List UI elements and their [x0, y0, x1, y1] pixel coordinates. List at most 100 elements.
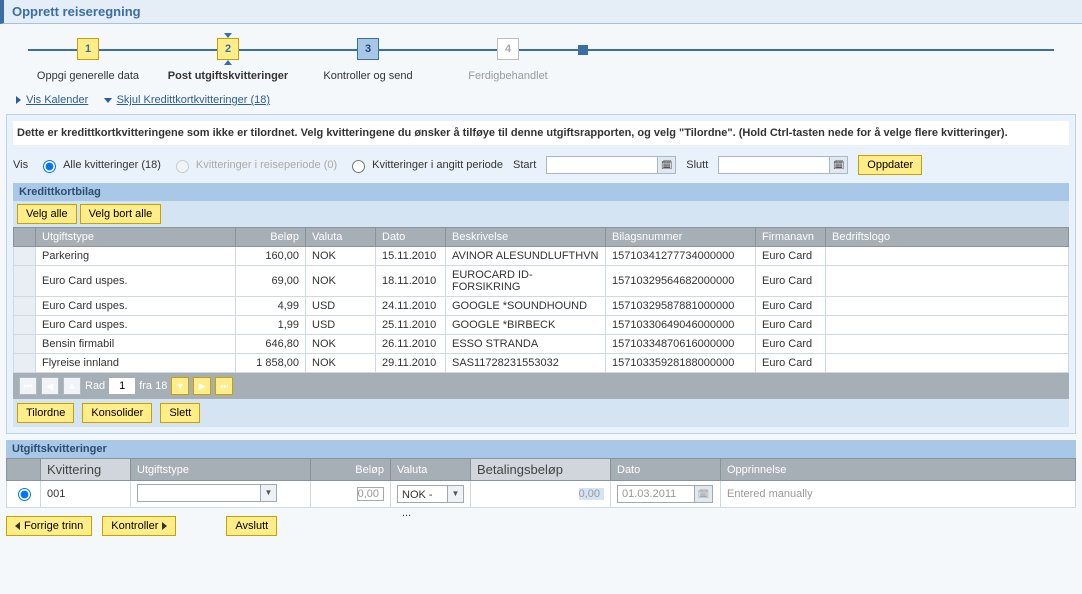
consolidate-button[interactable]: Konsolider — [82, 403, 152, 423]
cc-table-row[interactable]: Euro Card uspes.1,99USD25.11.2010GOOGLE … — [14, 316, 1069, 335]
radio-period-input — [176, 160, 189, 173]
cc-table-row[interactable]: Flyreise innland1 858,00NOK29.11.2010SAS… — [14, 354, 1069, 373]
cell-type: Euro Card uspes. — [36, 266, 236, 297]
col-docno[interactable]: Bilagsnummer — [606, 228, 756, 247]
cc-table-row[interactable]: Bensin firmabil646,80NOK26.11.2010ESSO S… — [14, 335, 1069, 354]
end-date-input[interactable]: 🗓 — [718, 156, 848, 174]
cc-section: Dette er kredittkortkvitteringene som ik… — [6, 114, 1076, 434]
row-select-cell[interactable] — [14, 247, 36, 266]
radio-all[interactable]: Alle kvitteringer (18) — [38, 157, 161, 173]
col-logo[interactable]: Bedriftslogo — [826, 228, 1069, 247]
col-amount[interactable]: Beløp — [236, 228, 306, 247]
expense-row[interactable]: 001 ▼ 0,00 NOK - ... ▼ 0 — [7, 481, 1076, 508]
radio-custom-label: Kvitteringer i angitt periode — [372, 159, 503, 171]
pager-row-label: Rad — [85, 380, 105, 392]
cc-table-row[interactable]: Parkering160,00NOK15.11.2010AVINOR ALESU… — [14, 247, 1069, 266]
cc-table-buttons: Velg alle Velg bort alle — [13, 201, 1069, 227]
col-expense-type[interactable]: Utgiftstype — [36, 228, 236, 247]
pager-next-button[interactable]: ▶ — [193, 377, 211, 395]
col-date[interactable]: Dato — [611, 459, 721, 481]
delete-button[interactable]: Slett — [160, 403, 200, 423]
cell-currency: NOK — [306, 247, 376, 266]
col-date[interactable]: Dato — [376, 228, 446, 247]
pager-next-row-button[interactable]: ▼ — [171, 377, 189, 395]
col-origin[interactable]: Opprinnelse — [721, 459, 1076, 481]
col-currency[interactable]: Valuta — [391, 459, 471, 481]
calendar-icon[interactable]: 🗓 — [694, 486, 712, 502]
col-currency[interactable]: Valuta — [306, 228, 376, 247]
expense-date-input[interactable]: 01.03.2011 🗓 — [617, 485, 713, 503]
prev-step-button[interactable]: Forrige trinn — [6, 516, 92, 536]
row-select-cell[interactable] — [14, 316, 36, 335]
cc-filter-row: Vis Alle kvitteringer (18) Kvitteringer … — [13, 151, 1069, 179]
cell-date: 15.11.2010 — [376, 247, 446, 266]
wizard-step-num: 3 — [357, 38, 379, 60]
expand-icon — [16, 96, 21, 104]
pager-first-button[interactable]: ⏮ — [19, 377, 37, 395]
exit-button[interactable]: Avslutt — [226, 516, 277, 536]
update-button[interactable]: Oppdater — [858, 155, 922, 175]
date-value: 01.03.2011 — [618, 488, 694, 500]
dropdown-value: NOK - ... — [398, 486, 447, 502]
pager-prev-row-button[interactable]: ▲ — [63, 377, 81, 395]
radio-all-input[interactable] — [43, 160, 56, 173]
expense-currency-dropdown[interactable]: NOK - ... ▼ — [397, 485, 464, 503]
wizard-step-3[interactable]: 3 Kontroller og send — [298, 38, 438, 82]
expense-section-title: Utgiftskvitteringer — [6, 440, 1076, 458]
pager-row-input[interactable] — [109, 378, 135, 394]
col-company[interactable]: Firmanavn — [756, 228, 826, 247]
cell-company: Euro Card — [756, 335, 826, 354]
wizard: 1 Oppgi generelle data 2 Post utgiftskvi… — [18, 38, 1064, 82]
toolbar-links: Vis Kalender Skjul Kredittkortkvittering… — [0, 90, 1082, 110]
col-receipt[interactable]: Kvittering — [41, 459, 131, 481]
cell-docno: 15710329564682000000 — [606, 266, 756, 297]
wizard-step-2[interactable]: 2 Post utgiftskvitteringer — [158, 38, 298, 82]
nav-row: Forrige trinn Kontroller Avslutt — [0, 508, 1082, 544]
cell-logo — [826, 247, 1069, 266]
cell-type: Euro Card uspes. — [36, 297, 236, 316]
cell-type: Euro Card uspes. — [36, 316, 236, 335]
cell-amount: 1,99 — [236, 316, 306, 335]
cell-logo — [826, 297, 1069, 316]
deselect-all-button[interactable]: Velg bort alle — [80, 204, 162, 224]
col-amount[interactable]: Beløp — [311, 459, 391, 481]
vis-label: Vis — [13, 159, 28, 171]
col-expense-type[interactable]: Utgiftstype — [131, 459, 311, 481]
row-select-cell[interactable] — [14, 266, 36, 297]
cell-docno: 15710330649046000000 — [606, 316, 756, 335]
hide-cc-link[interactable]: Skjul Kredittkortkvitteringer (18) — [117, 94, 270, 106]
row-select-cell[interactable] — [14, 335, 36, 354]
col-payment-amount[interactable]: Betalingsbeløp — [471, 459, 611, 481]
arrow-right-icon — [162, 522, 167, 530]
dropdown-value — [138, 485, 260, 501]
assign-button[interactable]: Tilordne — [17, 403, 74, 423]
row-select-cell[interactable] — [14, 297, 36, 316]
show-calendar-link[interactable]: Vis Kalender — [26, 94, 88, 106]
check-button[interactable]: Kontroller — [102, 516, 176, 536]
wizard-step-1[interactable]: 1 Oppgi generelle data — [18, 38, 158, 82]
cell-description: EUROCARD ID-FORSIKRING — [446, 266, 606, 297]
cell-logo — [826, 266, 1069, 297]
row-select-cell[interactable] — [14, 354, 36, 373]
select-all-button[interactable]: Velg alle — [17, 204, 77, 224]
expense-type-dropdown[interactable]: ▼ — [137, 484, 277, 502]
cc-table-row[interactable]: Euro Card uspes.4,99USD24.11.2010GOOGLE … — [14, 297, 1069, 316]
wizard-step-label: Ferdigbehandlet — [468, 70, 548, 82]
cell-amount: 1 858,00 — [236, 354, 306, 373]
wizard-step-4: 4 Ferdigbehandlet — [438, 38, 578, 82]
radio-period: Kvitteringer i reiseperiode (0) — [171, 157, 337, 173]
pager-of-label: fra 18 — [139, 380, 167, 392]
calendar-icon[interactable]: 🗓 — [657, 157, 675, 173]
col-description[interactable]: Beskrivelse — [446, 228, 606, 247]
pager-prev-button[interactable]: ◀ — [41, 377, 59, 395]
cell-currency: NOK — [306, 266, 376, 297]
pager-last-button[interactable]: ⏭ — [215, 377, 233, 395]
expense-amount-input[interactable]: 0,00 — [357, 487, 384, 501]
radio-custom-input[interactable] — [352, 160, 365, 173]
cc-table-row[interactable]: Euro Card uspes.69,00NOK18.11.2010EUROCA… — [14, 266, 1069, 297]
expense-row-radio[interactable] — [18, 488, 31, 501]
prev-step-label: Forrige trinn — [24, 518, 83, 534]
calendar-icon[interactable]: 🗓 — [829, 157, 847, 173]
start-date-input[interactable]: 🗓 — [546, 156, 676, 174]
radio-custom[interactable]: Kvitteringer i angitt periode — [347, 157, 503, 173]
